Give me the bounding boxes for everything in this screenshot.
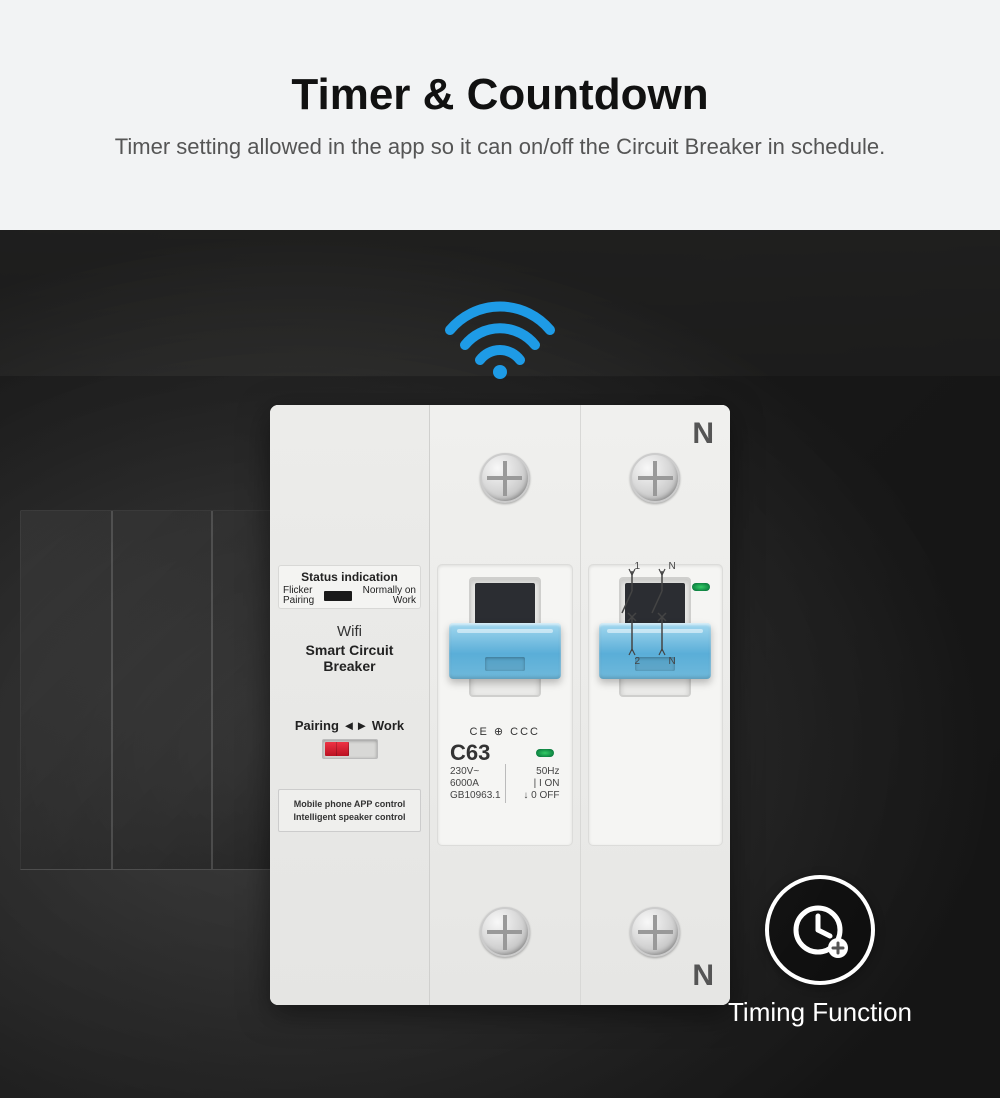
breaker-toggle-1[interactable] [469, 577, 541, 697]
wiring-diagram: 1 N 2 N [607, 557, 721, 669]
app-control-label: Mobile phone APP control [285, 798, 414, 811]
terminal-screw-icon [630, 907, 680, 957]
wifi-text-label: Wifi [278, 623, 421, 640]
speaker-control-label: Intelligent speaker control [285, 811, 414, 824]
page-subtitle: Timer setting allowed in the app so it c… [115, 134, 885, 160]
pairing-work-label: Pairing ◄► Work [278, 718, 421, 733]
status-work-label: Work [363, 596, 416, 606]
status-led-icon [692, 583, 710, 591]
diagram-terminal-2: 2 [635, 656, 641, 667]
spec-on: | I ON [505, 778, 560, 789]
page-title: Timer & Countdown [291, 70, 708, 120]
breaker-module-panel: CE ⊕ CCC C63 230V~ 50Hz 6000A | I ON GB1… [430, 405, 730, 1005]
spec-standard: GB10963.1 [450, 790, 505, 801]
diagram-terminal-2n: N [669, 656, 676, 667]
diagram-terminal-1n: N [669, 561, 676, 572]
spec-breaking: 6000A [450, 778, 505, 789]
pole-2-faceplate: 1 N 2 N [589, 565, 723, 845]
diagram-terminal-1: 1 [635, 561, 641, 572]
certification-marks: CE ⊕ CCC [446, 725, 564, 738]
neutral-label-bottom: N [692, 959, 714, 993]
neutral-label-top: N [692, 417, 714, 451]
pole-1-faceplate: CE ⊕ CCC C63 230V~ 50Hz 6000A | I ON GB1… [438, 565, 572, 845]
spec-freq: 50Hz [505, 766, 560, 777]
pairing-mode-switch[interactable] [322, 739, 378, 759]
status-led-slot [324, 591, 352, 601]
timing-function-label: Timing Function [728, 997, 912, 1028]
wifi-module-panel: Status indication Flicker Pairing Normal… [270, 405, 430, 1005]
circuit-breaker-device: Status indication Flicker Pairing Normal… [270, 405, 730, 1005]
product-name-label: Smart Circuit Breaker [278, 642, 421, 674]
status-indication-box: Status indication Flicker Pairing Normal… [278, 565, 421, 609]
control-methods-box: Mobile phone APP control Intelligent spe… [278, 789, 421, 832]
hero-image: Status indication Flicker Pairing Normal… [0, 230, 1000, 1098]
model-label: C63 [450, 740, 490, 766]
breaker-pole-1: CE ⊕ CCC C63 230V~ 50Hz 6000A | I ON GB1… [430, 405, 580, 1005]
terminal-screw-icon [480, 453, 530, 503]
status-title: Status indication [283, 570, 416, 584]
wifi-icon [440, 290, 560, 380]
spec-voltage: 230V~ [450, 766, 505, 777]
terminal-screw-icon [480, 907, 530, 957]
terminal-screw-icon [630, 453, 680, 503]
status-pairing-label: Pairing [283, 596, 314, 606]
timing-function-badge: Timing Function [728, 875, 912, 1028]
breaker-pole-2: N [580, 405, 731, 1005]
status-led-icon [536, 749, 554, 757]
spec-off: ↓ 0 OFF [505, 790, 560, 801]
timer-plus-icon [765, 875, 875, 985]
